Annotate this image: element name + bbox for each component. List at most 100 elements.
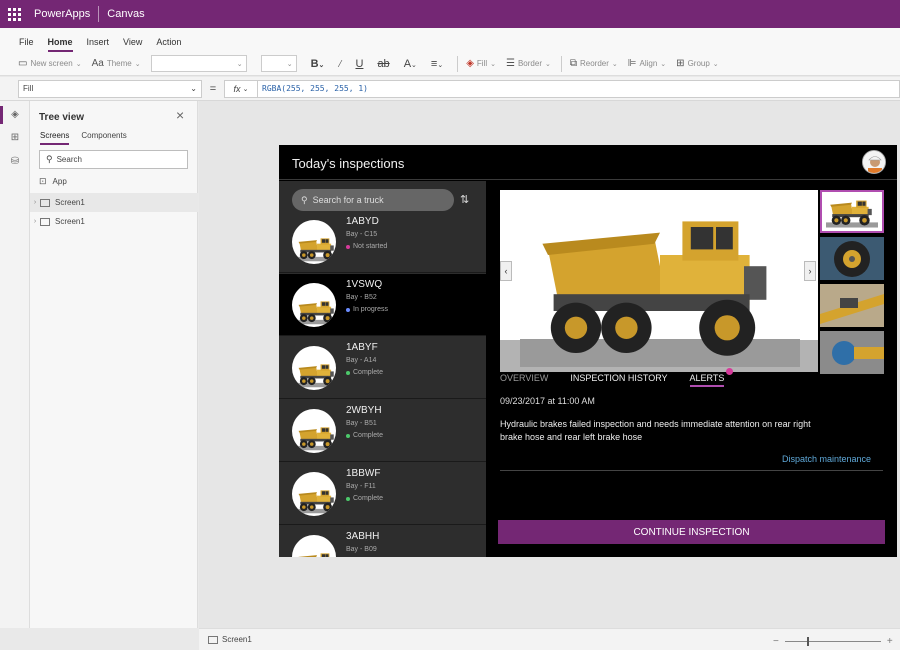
list-item[interactable]: 1ABYD Bay - C15 Not started [279, 211, 486, 273]
truck-bay: Bay - A14 [346, 357, 377, 364]
tree-item-app[interactable]: ⊡ App [30, 172, 198, 191]
tab-overview[interactable]: OVERVIEW [500, 373, 548, 387]
truck-status: Not started [346, 243, 387, 250]
status-dot [346, 307, 350, 312]
toolbar-divider [457, 55, 459, 72]
tab-alerts[interactable]: ALERTS [689, 368, 734, 387]
menu-action[interactable]: Action [156, 37, 181, 52]
align-button[interactable]: ⊫ Align ⌄ [628, 58, 666, 69]
menu-insert[interactable]: Insert [87, 37, 110, 52]
chevron-down-icon: ⌄ [75, 60, 82, 68]
text-align-button[interactable]: ≡⌄ [431, 58, 443, 70]
screen-icon [40, 198, 50, 207]
zoom-in-icon[interactable]: + [887, 636, 893, 647]
status-bar: Screen1 − + [199, 628, 900, 650]
group-button[interactable]: ⊞ Group ⌄ [676, 58, 719, 69]
truck-search-input[interactable]: ⚲ Search for a truck [292, 189, 454, 211]
align-label: Align [639, 59, 658, 68]
truck-status: Complete [346, 495, 383, 502]
truck-status: Complete [346, 369, 383, 376]
new-screen-button[interactable]: ▭ New screen ⌄ [18, 58, 82, 69]
user-icon [863, 151, 885, 173]
property-dropdown[interactable]: Fill ⌄ [18, 79, 202, 98]
list-item[interactable]: 2WBYH Bay - B51 Complete [279, 400, 486, 462]
chevron-right-icon[interactable]: › [804, 261, 816, 281]
data-icon[interactable]: ⛁ [9, 156, 21, 168]
status-label: In progress [353, 306, 389, 313]
gallery-thumbnail[interactable] [820, 284, 884, 327]
list-item[interactable]: 1ABYF Bay - A14 Complete [279, 337, 486, 399]
alert-timestamp: 09/23/2017 at 11:00 AM [500, 396, 595, 406]
font-size-select[interactable]: ⌄ [260, 55, 297, 72]
dispatch-maintenance-link[interactable]: Dispatch maintenance [782, 454, 871, 464]
font-color-button[interactable]: A⌄ [404, 58, 417, 70]
chevron-right-icon[interactable]: › [30, 218, 40, 225]
truck-id: 1ABYF [346, 342, 378, 353]
tree-item-screen[interactable]: › Screen1 [30, 212, 198, 231]
close-icon[interactable]: × [176, 107, 184, 123]
fill-button[interactable]: ◈ Fill ⌄ [466, 58, 496, 69]
chevron-down-icon: ⌄ [660, 60, 667, 68]
formula-input[interactable]: RGBA(255, 255, 255, 1) [258, 79, 900, 98]
continue-inspection-button[interactable]: CONTINUE INSPECTION [498, 520, 885, 544]
layers-icon[interactable]: ◈ [9, 109, 21, 121]
avatar[interactable] [862, 150, 886, 174]
reorder-icon: ⧉ [569, 58, 577, 69]
border-button[interactable]: ☰ Border ⌄ [506, 58, 551, 69]
truck-id: 1VSWQ [346, 279, 383, 290]
chevron-down-icon: ⌄ [242, 85, 249, 93]
font-family-select[interactable]: ⌄ [150, 55, 247, 72]
zoom-control: − + [773, 636, 893, 647]
gallery-thumbnail[interactable] [820, 237, 884, 280]
chevron-right-icon[interactable]: › [30, 199, 40, 206]
app-icon: ⊡ [39, 176, 47, 186]
search-placeholder: Search for a truck [312, 195, 384, 205]
strikethrough-button[interactable]: ab [377, 58, 389, 70]
list-item[interactable]: 1VSWQ Bay - B52 In progress [279, 274, 486, 336]
equals-sign: = [209, 82, 217, 95]
italic-button[interactable]: / [338, 58, 341, 70]
tree-item-screen[interactable]: › Screen1 [30, 193, 198, 212]
tab-inspection-history[interactable]: INSPECTION HISTORY [570, 373, 667, 387]
tree-view-title: Tree view [39, 112, 85, 123]
list-item[interactable]: 1BBWF Bay - F11 Complete [279, 463, 486, 525]
menu-file[interactable]: File [19, 37, 34, 52]
truck-bay: Bay - B09 [346, 546, 377, 553]
reorder-button[interactable]: ⧉ Reorder ⌄ [570, 58, 618, 69]
zoom-slider[interactable] [784, 637, 881, 646]
zoom-out-icon[interactable]: − [773, 636, 779, 647]
tree-search-input[interactable]: ⚲ Search [39, 150, 188, 169]
list-item[interactable]: 3ABHH Bay - B09 [279, 526, 486, 557]
gallery-thumbnail[interactable] [820, 190, 884, 233]
truck-bay: Bay - B52 [346, 294, 377, 301]
zoom-slider-handle[interactable] [806, 637, 809, 646]
left-rail: ◈ ⊞ ⛁ [0, 101, 30, 628]
truck-thumbnail [292, 220, 336, 264]
status-label: Complete [353, 432, 383, 439]
menu-view[interactable]: View [123, 37, 142, 52]
menu-bar: File Home Insert View Action [0, 28, 900, 52]
align-icon: ⊫ [627, 58, 637, 69]
theme-button[interactable]: Aa Theme ⌄ [92, 58, 141, 69]
sort-icon[interactable]: ⇅ [460, 193, 469, 206]
gallery-thumbnail[interactable] [820, 331, 884, 374]
fill-label: Fill [476, 59, 488, 68]
fx-button[interactable]: fx ⌄ [224, 79, 258, 98]
search-icon: ⚲ [301, 194, 308, 205]
chevron-down-icon: ⌄ [490, 60, 496, 68]
chevron-left-icon[interactable]: ‹ [500, 261, 512, 281]
tab-components[interactable]: Components [81, 131, 126, 145]
app-launcher-icon[interactable] [0, 0, 28, 28]
truck-id: 3ABHH [346, 531, 380, 542]
truck-list: ⚲ Search for a truck ⇅ 1ABYD Bay - C15 N… [279, 181, 486, 557]
bold-button[interactable]: B⌄ [311, 58, 325, 70]
tab-screens[interactable]: Screens [40, 131, 70, 145]
status-dot [346, 244, 350, 249]
app-name: PowerApps [34, 6, 100, 22]
insert-icon[interactable]: ⊞ [9, 132, 21, 144]
menu-home[interactable]: Home [47, 37, 73, 52]
truck-hero-image [500, 190, 818, 372]
title-bar: PowerApps Canvas [0, 0, 900, 28]
underline-button[interactable]: U [355, 58, 363, 70]
truck-bay: Bay - F11 [346, 483, 376, 490]
